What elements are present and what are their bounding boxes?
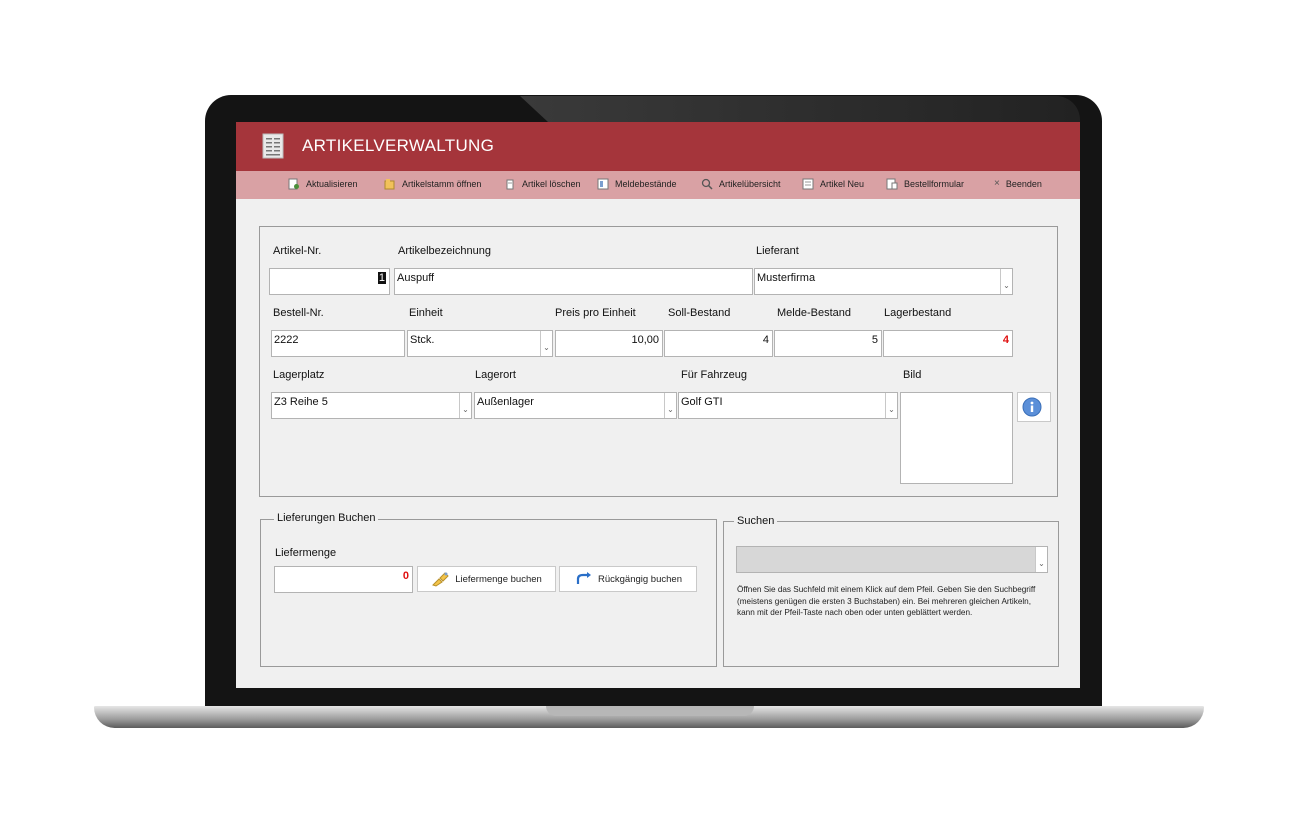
info-button[interactable] <box>1017 392 1051 422</box>
unit-select[interactable]: Stck. ⌄ <box>407 330 553 357</box>
chevron-down-icon[interactable]: ⌄ <box>1035 547 1047 572</box>
target-stock-field[interactable]: 4 <box>664 330 773 357</box>
article-nr-value: 1 <box>377 272 386 284</box>
search-icon <box>701 178 713 190</box>
new-article-button[interactable]: Artikel Neu <box>802 178 864 190</box>
deliveries-legend: Lieferungen Buchen <box>274 512 379 524</box>
supplier-select[interactable]: Musterfirma ⌄ <box>754 268 1013 295</box>
undo-icon <box>576 572 591 584</box>
book-delivery-button[interactable]: Liefermenge buchen <box>417 566 556 592</box>
storage-location-label: Lagerort <box>475 369 516 381</box>
unit-value: Stck. <box>410 334 435 346</box>
chevron-down-icon[interactable]: ⌄ <box>885 393 897 418</box>
refresh-icon <box>288 178 299 190</box>
description-field[interactable]: Auspuff <box>394 268 753 295</box>
refresh-button[interactable]: Aktualisieren <box>288 178 358 190</box>
description-label: Artikelbezeichnung <box>398 245 491 257</box>
image-label: Bild <box>903 369 922 381</box>
folder-icon <box>384 179 395 190</box>
chevron-down-icon[interactable]: ⌄ <box>540 331 552 356</box>
unit-label: Einheit <box>409 307 443 319</box>
delete-article-label: Artikel löschen <box>522 179 581 189</box>
exit-label: Beenden <box>1005 178 1042 189</box>
supplier-value: Musterfirma <box>757 272 816 284</box>
undo-booking-button[interactable]: Rückgängig buchen <box>559 566 697 592</box>
form-icon <box>886 178 898 190</box>
article-nr-field[interactable]: 1 <box>269 268 390 295</box>
stock-value: 4 <box>1002 334 1009 346</box>
delivery-qty-field[interactable]: 0 <box>274 566 413 593</box>
article-nr-label: Artikel-Nr. <box>273 245 322 257</box>
article-overview-label: Artikelübersicht <box>719 179 781 189</box>
lid-reflection <box>520 96 1080 122</box>
delete-icon <box>506 179 514 190</box>
vehicle-select[interactable]: Golf GTI ⌄ <box>678 392 898 419</box>
order-form-button[interactable]: Bestellformular <box>886 178 964 190</box>
search-select[interactable]: ⌄ <box>736 546 1048 573</box>
storage-place-label: Lagerplatz <box>273 369 325 381</box>
refresh-label: Aktualisieren <box>306 179 358 189</box>
laptop-notch <box>546 706 754 716</box>
exit-button[interactable]: × Beenden <box>994 178 1042 189</box>
storage-place-select[interactable]: Z3 Reihe 5 ⌄ <box>271 392 472 419</box>
storage-location-value: Außenlager <box>477 396 534 408</box>
stock-field[interactable]: 4 <box>883 330 1013 357</box>
order-nr-label: Bestell-Nr. <box>273 307 324 319</box>
chevron-down-icon[interactable]: ⌄ <box>1000 269 1012 294</box>
delivery-qty-label: Liefermenge <box>275 547 337 559</box>
info-icon <box>1022 397 1042 417</box>
app-window: ARTIKELVERWALTUNG Aktualisieren Artikels… <box>236 122 1080 688</box>
toolbar: Aktualisieren Artikelstamm öffnen Artike… <box>236 171 1080 199</box>
chevron-down-icon[interactable]: ⌄ <box>459 393 471 418</box>
order-form-label: Bestellformular <box>904 179 965 189</box>
report-icon <box>597 178 609 190</box>
reorder-level-label: Melde-Bestand <box>777 307 851 319</box>
delivery-qty-value: 0 <box>402 570 409 582</box>
open-master-button[interactable]: Artikelstamm öffnen <box>384 178 481 190</box>
chevron-down-icon[interactable]: ⌄ <box>664 393 676 418</box>
new-icon <box>802 178 814 190</box>
storage-location-select[interactable]: Außenlager ⌄ <box>474 392 677 419</box>
price-label: Preis pro Einheit <box>555 307 636 319</box>
price-field[interactable]: 10,00 <box>555 330 663 357</box>
header-bar: ARTIKELVERWALTUNG <box>236 122 1080 171</box>
new-article-label: Artikel Neu <box>820 179 865 189</box>
storage-place-value: Z3 Reihe 5 <box>274 396 328 408</box>
image-box[interactable] <box>900 392 1013 484</box>
supplier-label: Lieferant <box>756 245 799 257</box>
book-icon <box>432 572 449 587</box>
search-legend: Suchen <box>734 515 778 527</box>
search-help-text: Öffnen Sie das Suchfeld mit einem Klick … <box>737 585 1036 617</box>
order-nr-field[interactable]: 2222 <box>271 330 405 357</box>
document-icon <box>262 133 284 159</box>
target-stock-label: Soll-Bestand <box>668 307 731 319</box>
reorder-level-field[interactable]: 5 <box>774 330 882 357</box>
report-levels-button[interactable]: Meldebestände <box>597 178 677 190</box>
close-icon: × <box>994 178 1000 189</box>
undo-booking-label: Rückgängig buchen <box>598 573 682 585</box>
vehicle-value: Golf GTI <box>681 396 723 408</box>
vehicle-label: Für Fahrzeug <box>681 369 748 381</box>
open-master-label: Artikelstamm öffnen <box>402 179 482 189</box>
stock-label: Lagerbestand <box>884 307 952 319</box>
delete-article-button[interactable]: Artikel löschen <box>504 178 581 190</box>
article-overview-button[interactable]: Artikelübersicht <box>701 178 781 190</box>
deliveries-panel <box>260 519 717 667</box>
app-title: ARTIKELVERWALTUNG <box>302 136 495 155</box>
report-levels-label: Meldebestände <box>615 179 677 189</box>
book-delivery-label: Liefermenge buchen <box>455 573 542 585</box>
